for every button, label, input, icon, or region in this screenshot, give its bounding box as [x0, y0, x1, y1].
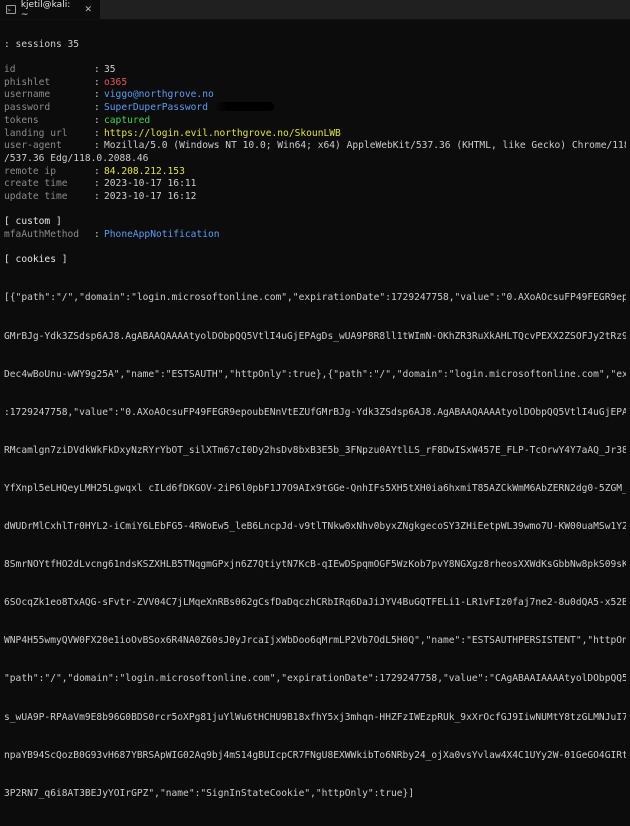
tokens-row: tokens: captured [4, 114, 151, 126]
landing-url-value[interactable]: https://login.evil.northgrove.no/SkounLW… [104, 128, 341, 141]
remote-ip-value: 84.208.212.153 [104, 165, 185, 177]
cookie-line: YfXnpl5eLHQeyLMH25Lgwqxl cILd6fDKGOV-2iP… [4, 482, 626, 494]
cookie-line: :1729247758,"value":"0.AXoAOcsuFP49FEGR9… [4, 406, 626, 418]
cookie-line: npaYB94ScQozB0G93vH687YBRSApWIG02Aq9bj4m… [4, 749, 626, 761]
cookies-dump: [{"path":"/","domain":"login.microsofton… [4, 267, 626, 826]
phishlet-row: phishlet: o365 [4, 76, 128, 88]
user-agent-wrap: /537.36 Edg/118.0.2088.46 [4, 152, 149, 164]
tokens-value: captured [104, 114, 151, 126]
custom-header: [ custom ] [4, 216, 62, 228]
username-row: username: viggo@northgrove.no [4, 89, 214, 101]
title-bar: >_ kjetil@kali: ~ ✕ [0, 0, 630, 20]
create-time-value: 2023-10-17 16:11 [104, 178, 197, 190]
cookie-line: "path":"/","domain":"login.microsoftonli… [4, 673, 626, 685]
cookie-line: WNP4H55wmyQVW0FX20e1ioOvBSox6R4NA0Z60sJ0… [4, 635, 626, 647]
cookie-line: 6SOcqZk1eo8TxAQG-sFvtr-ZVV04C7jLMqeXnRBs… [4, 597, 626, 609]
mfa-value: PhoneAppNotification [104, 229, 220, 240]
update-time-row: update time:2023-10-17 16:12 [4, 190, 197, 202]
terminal-icon: >_ [6, 5, 16, 14]
cookie-line: 3P2RN7_q6i8AT3BEJyYOIrGPZ","name":"SignI… [4, 787, 415, 799]
cookie-line: [{"path":"/","domain":"login.microsofton… [4, 292, 626, 304]
close-tab-icon[interactable]: ✕ [84, 5, 92, 15]
tab-title: kjetil@kali: ~ [20, 0, 71, 20]
terminal-tab[interactable]: >_ kjetil@kali: ~ ✕ [0, 0, 100, 20]
username-value: viggo@northgrove.no [104, 89, 214, 101]
landing-url-row: landing url: https://login.evil.northgrov… [4, 127, 341, 141]
password-value: SuperDuperPassword [104, 102, 208, 114]
user-agent-value: Mozilla/5.0 (Windows NT 10.0; Win64; x64… [104, 140, 626, 152]
session-id-value: 35 [104, 64, 116, 76]
mfa-row: mfaAuthMethod: PhoneAppNotification [4, 229, 220, 240]
remote-ip-row: remote ip:84.208.212.153 [4, 165, 185, 177]
cookie-line: s_wUA9P-RPAaVm9E8b96G0BDS0rcr5oXPg81juYl… [4, 711, 626, 723]
session-id-row: id:35 [4, 64, 116, 76]
sessions-command: : sessions 35 [4, 38, 80, 50]
create-time-row: create time:2023-10-17 16:11 [4, 178, 197, 190]
cookies-header: [ cookies ] [4, 254, 68, 266]
cookie-line: dWUDrMlCxhlTr0HYL2-iCmiY6LEbFG5-4RWoEw5_… [4, 521, 626, 533]
cookie-line: GMrBJg-Ydk3ZSdsp6AJ8.AgABAAQAAAAtyolDObp… [4, 330, 626, 342]
cookie-line: RMcamlgn7ziDVdkWkFkDxyNzRYrYbOT_silXTm67… [4, 444, 626, 456]
redaction-mark [213, 102, 274, 112]
user-agent-row: user-agent: Mozilla/5.0 (Windows NT 10.0;… [4, 140, 626, 153]
cookie-line: Dec4wBoUnu-wWY9g25A","name":"ESTSAUTH","… [4, 368, 626, 380]
password-row: password: SuperDuperPassword [4, 102, 626, 115]
cookie-line: 8SmrNOYtfHO2dLvcng61ndsKSZXHLB5TNqgmGPxj… [4, 559, 626, 571]
terminal-output[interactable]: : sessions 35 id:35 phishlet: o365 userna… [0, 20, 630, 826]
phishlet-value: o365 [104, 76, 128, 88]
update-time-value: 2023-10-17 16:12 [104, 190, 197, 202]
